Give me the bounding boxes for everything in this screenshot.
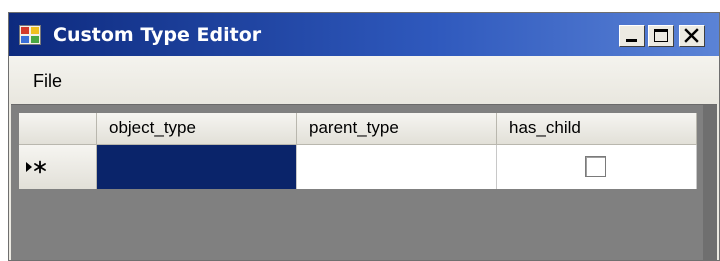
has-child-checkbox[interactable]: [585, 156, 606, 177]
app-icon: [19, 25, 41, 45]
current-new-row-indicator-icon: [26, 160, 46, 174]
column-header-parent-type[interactable]: parent_type: [297, 113, 497, 145]
grid-corner-cell[interactable]: [19, 113, 97, 145]
row-header[interactable]: [19, 145, 97, 189]
close-icon: [684, 28, 699, 43]
minimize-button[interactable]: [619, 25, 645, 47]
column-header-has-child[interactable]: has_child: [497, 113, 697, 145]
grid-edge: [703, 105, 717, 260]
window-title: Custom Type Editor: [53, 24, 262, 46]
maximize-button[interactable]: [648, 25, 674, 47]
table-row[interactable]: [19, 145, 697, 189]
data-grid[interactable]: object_type parent_type has_child: [11, 104, 717, 260]
menu-item-file[interactable]: File: [33, 70, 62, 92]
title-bar[interactable]: Custom Type Editor: [9, 13, 719, 56]
app-window: Custom Type Editor File object_type pare…: [8, 12, 720, 261]
maximize-icon: [654, 29, 668, 42]
cell-parent-type[interactable]: [297, 145, 497, 189]
minimize-icon: [626, 39, 637, 42]
column-header-row: object_type parent_type has_child: [19, 113, 697, 145]
column-header-object-type[interactable]: object_type: [97, 113, 297, 145]
close-button[interactable]: [679, 25, 705, 47]
cell-object-type[interactable]: [97, 145, 297, 189]
cell-has-child[interactable]: [497, 145, 697, 189]
menu-bar: File: [9, 56, 719, 104]
